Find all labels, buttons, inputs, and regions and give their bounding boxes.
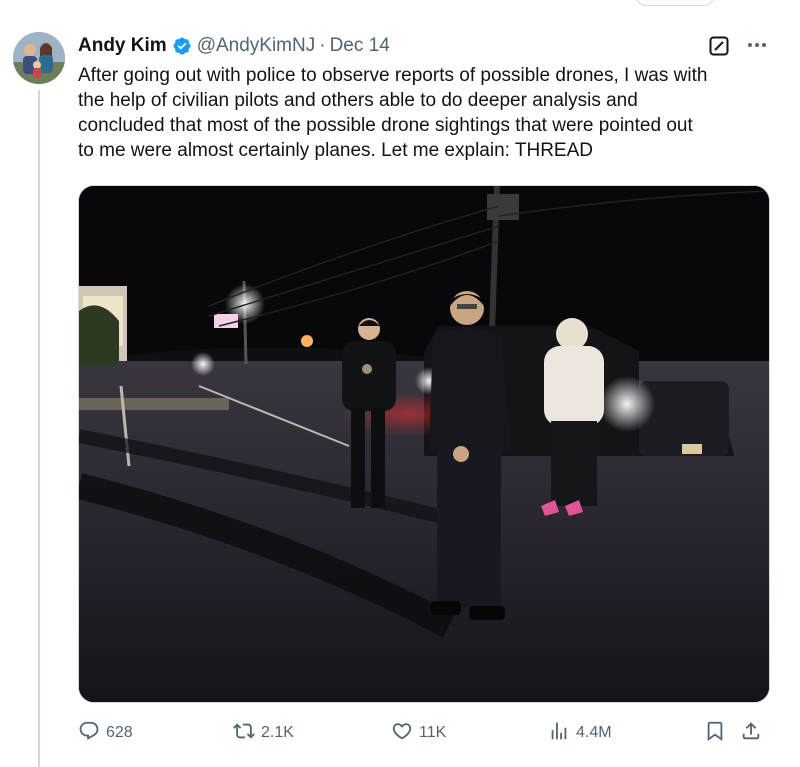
more-icon[interactable]: [744, 34, 770, 56]
bookmark-icon: [704, 720, 726, 747]
like-button[interactable]: 11K: [391, 720, 446, 746]
header-separator: ·: [319, 35, 326, 56]
bookmark-button[interactable]: [704, 720, 726, 746]
share-icon: [740, 720, 762, 747]
author-handle[interactable]: @AndyKimNJ: [197, 35, 316, 57]
view-count: 4.4M: [576, 724, 612, 741]
like-count: 11K: [419, 724, 447, 741]
reply-button[interactable]: 628: [78, 720, 133, 746]
thread-line: [38, 90, 40, 767]
action-bar: 628 2.1K 11K 4.4M: [78, 720, 768, 746]
views-button[interactable]: 4.4M: [548, 720, 612, 746]
repost-icon: [233, 720, 255, 747]
like-icon: [391, 720, 413, 747]
tweet-date[interactable]: Dec 14: [330, 35, 390, 57]
tweet-photo[interactable]: [78, 185, 770, 703]
repost-count: 2.1K: [261, 724, 294, 741]
avatar[interactable]: [13, 32, 65, 84]
reply-icon: [78, 720, 100, 747]
grok-icon[interactable]: [708, 35, 730, 57]
tweet-header: Andy Kim @AndyKimNJ · Dec 14: [78, 34, 390, 58]
verified-badge-icon[interactable]: [172, 36, 192, 56]
share-button[interactable]: [740, 720, 762, 746]
repost-button[interactable]: 2.1K: [233, 720, 294, 746]
tweet-text: After going out with police to observe r…: [78, 65, 708, 161]
top-partial-button[interactable]: [636, 0, 714, 6]
reply-count: 628: [106, 724, 133, 741]
author-name[interactable]: Andy Kim: [78, 35, 167, 57]
views-icon: [548, 720, 570, 747]
